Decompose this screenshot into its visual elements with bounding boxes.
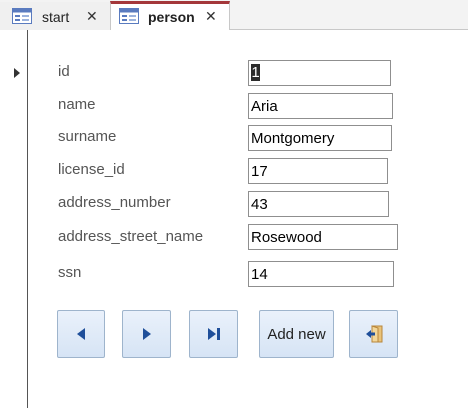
next-record-button[interactable] [122, 310, 171, 358]
address-number-field[interactable] [248, 191, 389, 217]
close-form-button[interactable] [349, 310, 398, 358]
tab-start[interactable]: start ✕ [0, 2, 110, 30]
tab-person[interactable]: person ✕ [110, 1, 230, 30]
record-selector[interactable] [0, 30, 28, 408]
tab-person-close-icon[interactable]: ✕ [205, 8, 217, 25]
id-selected-text: 1 [251, 64, 260, 81]
close-form-icon [365, 325, 382, 343]
form-icon [12, 8, 32, 24]
last-record-button[interactable] [189, 310, 238, 358]
license-id-label: license_id [58, 161, 125, 178]
name-label: name [58, 96, 96, 113]
license-id-field[interactable] [248, 158, 388, 184]
address-street-name-label: address_street_name [58, 228, 204, 245]
next-record-icon [142, 328, 151, 340]
surname-label: surname [58, 128, 117, 145]
tab-person-label: person [148, 9, 195, 25]
previous-record-icon [77, 328, 85, 340]
address-street-name-field[interactable] [248, 224, 398, 250]
tab-start-label: start [42, 9, 70, 25]
add-new-button[interactable]: Add new [259, 310, 334, 358]
current-record-arrow-icon [14, 68, 20, 78]
id-label: id [58, 63, 70, 80]
document-tab-strip: start ✕ person ✕ [0, 0, 468, 30]
last-record-icon [207, 328, 220, 340]
name-field[interactable] [248, 93, 393, 119]
surname-field[interactable] [248, 125, 392, 151]
tab-start-close-icon[interactable]: ✕ [86, 8, 98, 25]
id-field[interactable] [248, 60, 391, 86]
address-number-label: address_number [58, 194, 171, 211]
previous-record-button[interactable] [57, 310, 105, 358]
form-icon [119, 8, 139, 24]
ssn-label: ssn [58, 264, 82, 281]
ssn-field[interactable] [248, 261, 394, 287]
